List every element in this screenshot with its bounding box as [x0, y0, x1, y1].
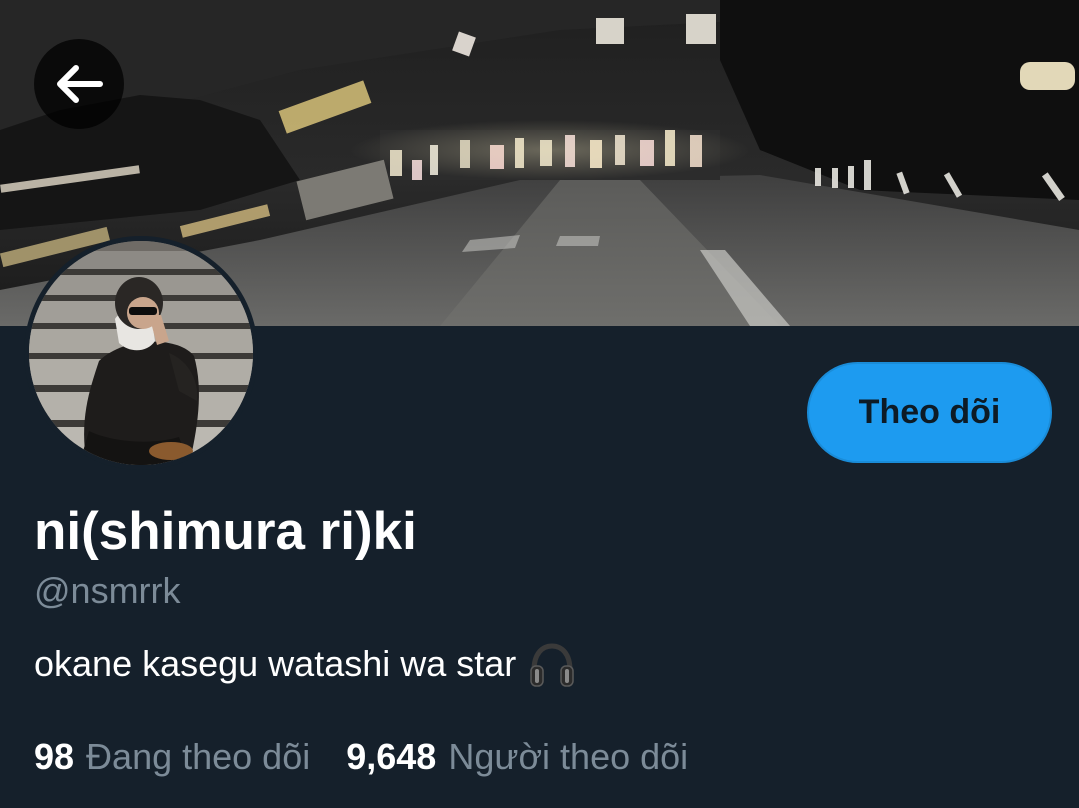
headphones-icon	[526, 638, 578, 690]
following-count: 98	[34, 736, 75, 777]
following-stat[interactable]: 98 Đang theo dõi	[34, 733, 310, 781]
user-handle: @nsmrrk	[34, 570, 181, 611]
bio: okane kasegu watashi wa star	[34, 638, 578, 690]
profile-stats: 98 Đang theo dõi 9,648 Người theo dõi	[34, 733, 688, 781]
back-button[interactable]	[34, 39, 124, 129]
follow-button-label: Theo dõi	[858, 393, 1001, 431]
avatar[interactable]	[24, 236, 258, 470]
followers-stat[interactable]: 9,648 Người theo dõi	[346, 733, 688, 781]
avatar-image	[29, 241, 253, 465]
bio-text: okane kasegu watashi wa star	[34, 643, 517, 684]
following-label: Đang theo dõi	[86, 736, 311, 777]
avatar-photo	[29, 241, 253, 465]
followers-count: 9,648	[346, 736, 437, 777]
profile-page: Theo dõi ni(shimura ri)ki @nsmrrk okane …	[0, 0, 1079, 808]
display-name: ni(shimura ri)ki	[34, 502, 417, 561]
arrow-left-icon	[57, 65, 103, 103]
follow-button[interactable]: Theo dõi	[807, 362, 1052, 463]
followers-label: Người theo dõi	[448, 736, 689, 777]
